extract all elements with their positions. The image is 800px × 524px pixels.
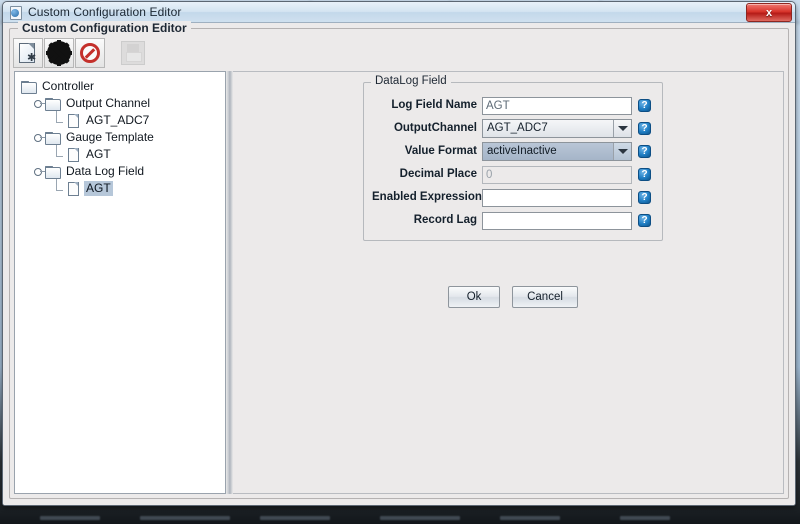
decimal-place-label: Decimal Place bbox=[399, 168, 477, 180]
help-icon[interactable]: ? bbox=[638, 144, 651, 158]
tree-node-label: Output Channel bbox=[66, 96, 151, 110]
window-client-area: Custom Configuration Editor ✱ Controller… bbox=[3, 21, 795, 505]
tree-node-label-selected: AGT bbox=[84, 181, 113, 196]
file-icon bbox=[67, 113, 80, 128]
folder-icon bbox=[45, 97, 61, 111]
field-row-value-format: Value Format activeInactive ? bbox=[372, 141, 654, 161]
help-icon[interactable]: ? bbox=[638, 98, 651, 112]
tree-node-agt-adc7[interactable]: AGT_ADC7 bbox=[21, 111, 225, 129]
value-format-label: Value Format bbox=[404, 145, 477, 157]
configuration-tree[interactable]: Controller Output Channel AGT_ADC7 Gauge… bbox=[15, 72, 225, 197]
tree-connector-icon bbox=[54, 111, 66, 127]
chevron-down-icon[interactable] bbox=[613, 142, 631, 160]
tree-node-gauge-agt[interactable]: AGT bbox=[21, 145, 225, 163]
tree-node-label: Gauge Template bbox=[66, 130, 154, 144]
tree-node-controller[interactable]: Controller bbox=[21, 78, 225, 95]
editor-panel: Custom Configuration Editor ✱ Controller… bbox=[9, 21, 789, 499]
output-channel-combo[interactable]: AGT_ADC7 bbox=[482, 118, 632, 138]
folder-icon bbox=[45, 131, 61, 145]
chevron-down-icon[interactable] bbox=[613, 119, 631, 137]
tree-node-output-channel[interactable]: Output Channel bbox=[21, 95, 225, 112]
field-row-record-lag: Record Lag ? bbox=[372, 210, 654, 230]
delete-button[interactable] bbox=[75, 38, 105, 68]
expand-handle-icon[interactable] bbox=[33, 98, 45, 109]
new-file-icon: ✱ bbox=[18, 42, 38, 64]
gear-icon bbox=[46, 40, 72, 66]
expand-handle-icon[interactable] bbox=[33, 132, 45, 143]
log-field-name-input[interactable] bbox=[482, 96, 632, 115]
tree-connector-icon bbox=[54, 145, 66, 161]
delete-icon bbox=[80, 43, 100, 63]
record-lag-input[interactable] bbox=[482, 211, 632, 230]
tree-panel[interactable]: Controller Output Channel AGT_ADC7 Gauge… bbox=[14, 71, 226, 494]
field-row-enabled-expression: Enabled Expression ? bbox=[372, 187, 654, 207]
settings-button[interactable] bbox=[44, 38, 74, 68]
close-button[interactable]: x bbox=[746, 3, 792, 22]
output-channel-value: AGT_ADC7 bbox=[487, 122, 548, 134]
tree-node-label: AGT bbox=[86, 147, 111, 161]
tree-node-label: Data Log Field bbox=[66, 164, 145, 178]
enabled-expression-input[interactable] bbox=[482, 188, 632, 207]
new-file-button[interactable]: ✱ bbox=[13, 38, 43, 68]
field-row-decimal-place: Decimal Place ? bbox=[372, 164, 654, 184]
folder-icon bbox=[21, 80, 37, 94]
tree-node-gauge-template[interactable]: Gauge Template bbox=[21, 129, 225, 146]
tree-node-label: AGT_ADC7 bbox=[86, 113, 150, 127]
window-title: Custom Configuration Editor bbox=[28, 5, 182, 19]
tree-node-datalog-agt[interactable]: AGT bbox=[21, 179, 225, 197]
value-format-value: activeInactive bbox=[487, 145, 557, 157]
tree-node-label: Controller bbox=[42, 79, 95, 93]
file-icon bbox=[67, 147, 80, 162]
save-button bbox=[118, 38, 148, 68]
record-lag-label: Record Lag bbox=[413, 214, 477, 226]
help-icon[interactable]: ? bbox=[638, 213, 651, 227]
datalog-field-group: DataLog Field Log Field Name ? OutputCha… bbox=[363, 75, 663, 241]
form-panel: DataLog Field Log Field Name ? OutputCha… bbox=[233, 71, 784, 494]
save-icon bbox=[121, 41, 145, 65]
app-icon bbox=[8, 5, 23, 20]
help-icon[interactable]: ? bbox=[638, 190, 651, 204]
field-row-output-channel: OutputChannel AGT_ADC7 ? bbox=[372, 118, 654, 138]
output-channel-label: OutputChannel bbox=[393, 122, 477, 134]
window-titlebar: Custom Configuration Editor x bbox=[3, 2, 795, 23]
toolbar: ✱ bbox=[13, 37, 149, 69]
tree-connector-icon bbox=[54, 179, 66, 195]
split-pane: Controller Output Channel AGT_ADC7 Gauge… bbox=[14, 71, 784, 494]
panel-title: Custom Configuration Editor bbox=[18, 21, 191, 35]
folder-icon bbox=[45, 165, 61, 179]
help-icon[interactable]: ? bbox=[638, 121, 651, 135]
value-format-combo[interactable]: activeInactive bbox=[482, 141, 632, 161]
field-row-log-field-name: Log Field Name ? bbox=[372, 95, 654, 115]
ok-button[interactable]: Ok bbox=[448, 286, 501, 308]
help-icon[interactable]: ? bbox=[638, 167, 651, 181]
dialog-buttons: Ok Cancel bbox=[363, 286, 663, 308]
application-window: Custom Configuration Editor x Custom Con… bbox=[2, 1, 796, 506]
decimal-place-input bbox=[482, 165, 632, 184]
expand-handle-icon[interactable] bbox=[33, 166, 45, 177]
cancel-button[interactable]: Cancel bbox=[512, 286, 578, 308]
tree-node-data-log-field[interactable]: Data Log Field bbox=[21, 163, 225, 180]
background-taskbar bbox=[0, 506, 800, 524]
split-divider[interactable] bbox=[226, 71, 233, 494]
enabled-expression-label: Enabled Expression bbox=[372, 191, 482, 203]
file-icon bbox=[67, 181, 80, 196]
log-field-name-label: Log Field Name bbox=[391, 99, 477, 111]
group-title: DataLog Field bbox=[371, 75, 451, 87]
